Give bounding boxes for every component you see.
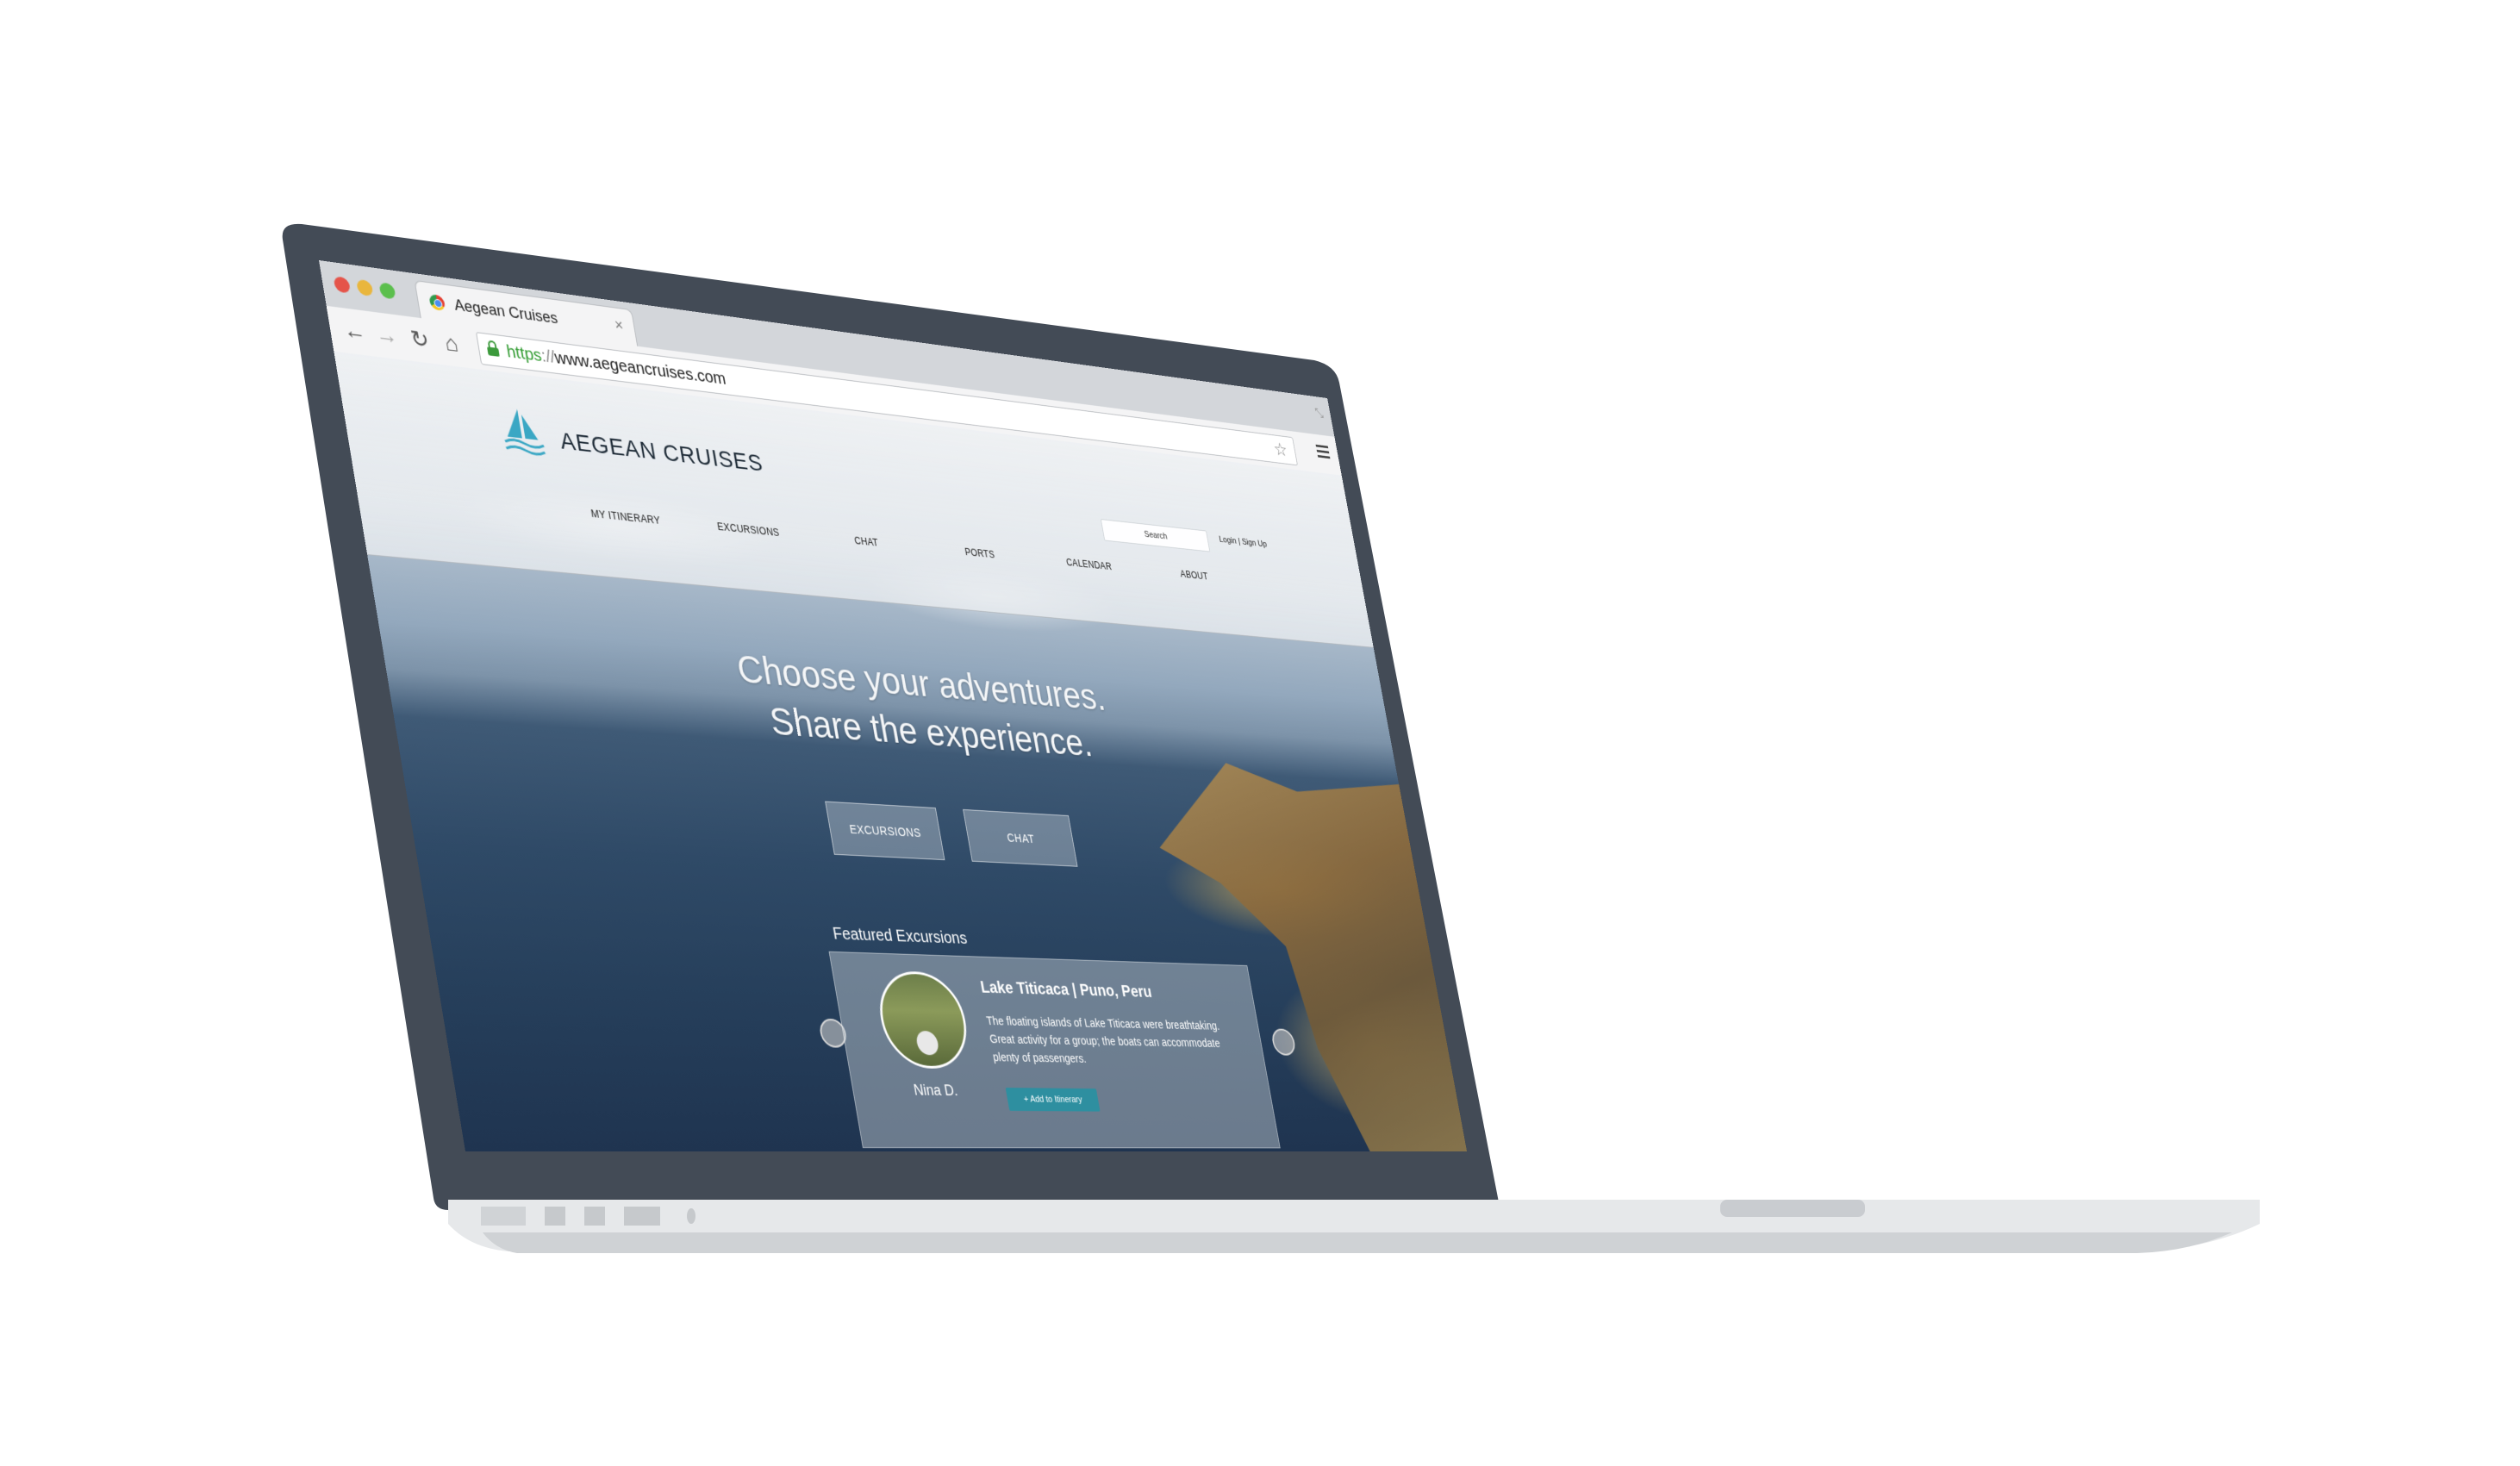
window-controls — [333, 276, 396, 300]
laptop-mockup-scene: Aegean Cruises × ⤡ ← → ↻ ⌂ https://www.a… — [0, 0, 2520, 1466]
nav-about[interactable]: ABOUT — [1141, 565, 1246, 586]
port-1 — [481, 1207, 526, 1226]
nav-ports[interactable]: PORTS — [923, 542, 1036, 565]
chat-button[interactable]: CHAT — [963, 808, 1078, 867]
port-4 — [624, 1207, 660, 1226]
avatar — [872, 970, 974, 1070]
excursion-card: Nina D. Lake Titicaca | Puno, Peru The f… — [828, 951, 1281, 1149]
tab-close-icon[interactable]: × — [614, 316, 625, 335]
nav-my-itinerary[interactable]: MY ITINERARY — [562, 505, 689, 530]
nav-excursions[interactable]: EXCURSIONS — [687, 518, 809, 542]
reviewer-name: Nina D. — [912, 1081, 959, 1099]
sailboat-logo-icon[interactable] — [497, 405, 547, 458]
add-to-itinerary-button[interactable]: + Add to Itinerary — [1005, 1088, 1101, 1112]
port-5 — [687, 1208, 695, 1224]
search-input[interactable]: Search — [1100, 519, 1211, 552]
port-2 — [545, 1207, 565, 1226]
close-window-button[interactable] — [333, 276, 352, 294]
browser-window: Aegean Cruises × ⤡ ← → ↻ ⌂ https://www.a… — [319, 260, 1468, 1152]
excursion-review: The floating islands of Lake Titicaca we… — [985, 1014, 1221, 1065]
laptop-base-edge — [483, 1232, 2232, 1253]
reload-icon[interactable]: ↻ — [405, 325, 434, 354]
nav-chat[interactable]: CHAT — [807, 530, 924, 553]
forward-arrow-icon[interactable]: → — [371, 321, 401, 350]
url-scheme: https — [505, 342, 544, 366]
port-3 — [584, 1207, 605, 1226]
lock-icon — [486, 340, 500, 357]
back-arrow-icon[interactable]: ← — [340, 316, 369, 346]
browser-menu-icon[interactable] — [1315, 444, 1332, 462]
fullscreen-icon[interactable]: ⤡ — [1314, 407, 1325, 421]
minimize-window-button[interactable] — [355, 278, 374, 297]
nav-calendar[interactable]: CALENDAR — [1034, 553, 1144, 575]
login-signup-link[interactable]: Login | Sign Up — [1219, 535, 1268, 550]
laptop-notch — [1720, 1200, 1865, 1217]
chrome-favicon-icon — [428, 293, 446, 312]
webpage: AEGEAN CRUISES Search Login | Sign Up MY… — [334, 351, 1468, 1152]
main-nav: MY ITINERARY EXCURSIONS CHAT PORTS CALEN… — [562, 505, 1247, 586]
excursion-title[interactable]: Lake Titicaca | Puno, Peru — [979, 978, 1153, 1001]
tab-title: Aegean Cruises — [452, 296, 559, 328]
site-brand[interactable]: AEGEAN CRUISES — [558, 427, 764, 477]
maximize-window-button[interactable] — [378, 282, 396, 300]
home-icon[interactable]: ⌂ — [437, 328, 466, 358]
bookmark-star-icon[interactable]: ☆ — [1272, 438, 1289, 461]
excursions-button[interactable]: EXCURSIONS — [825, 801, 945, 861]
